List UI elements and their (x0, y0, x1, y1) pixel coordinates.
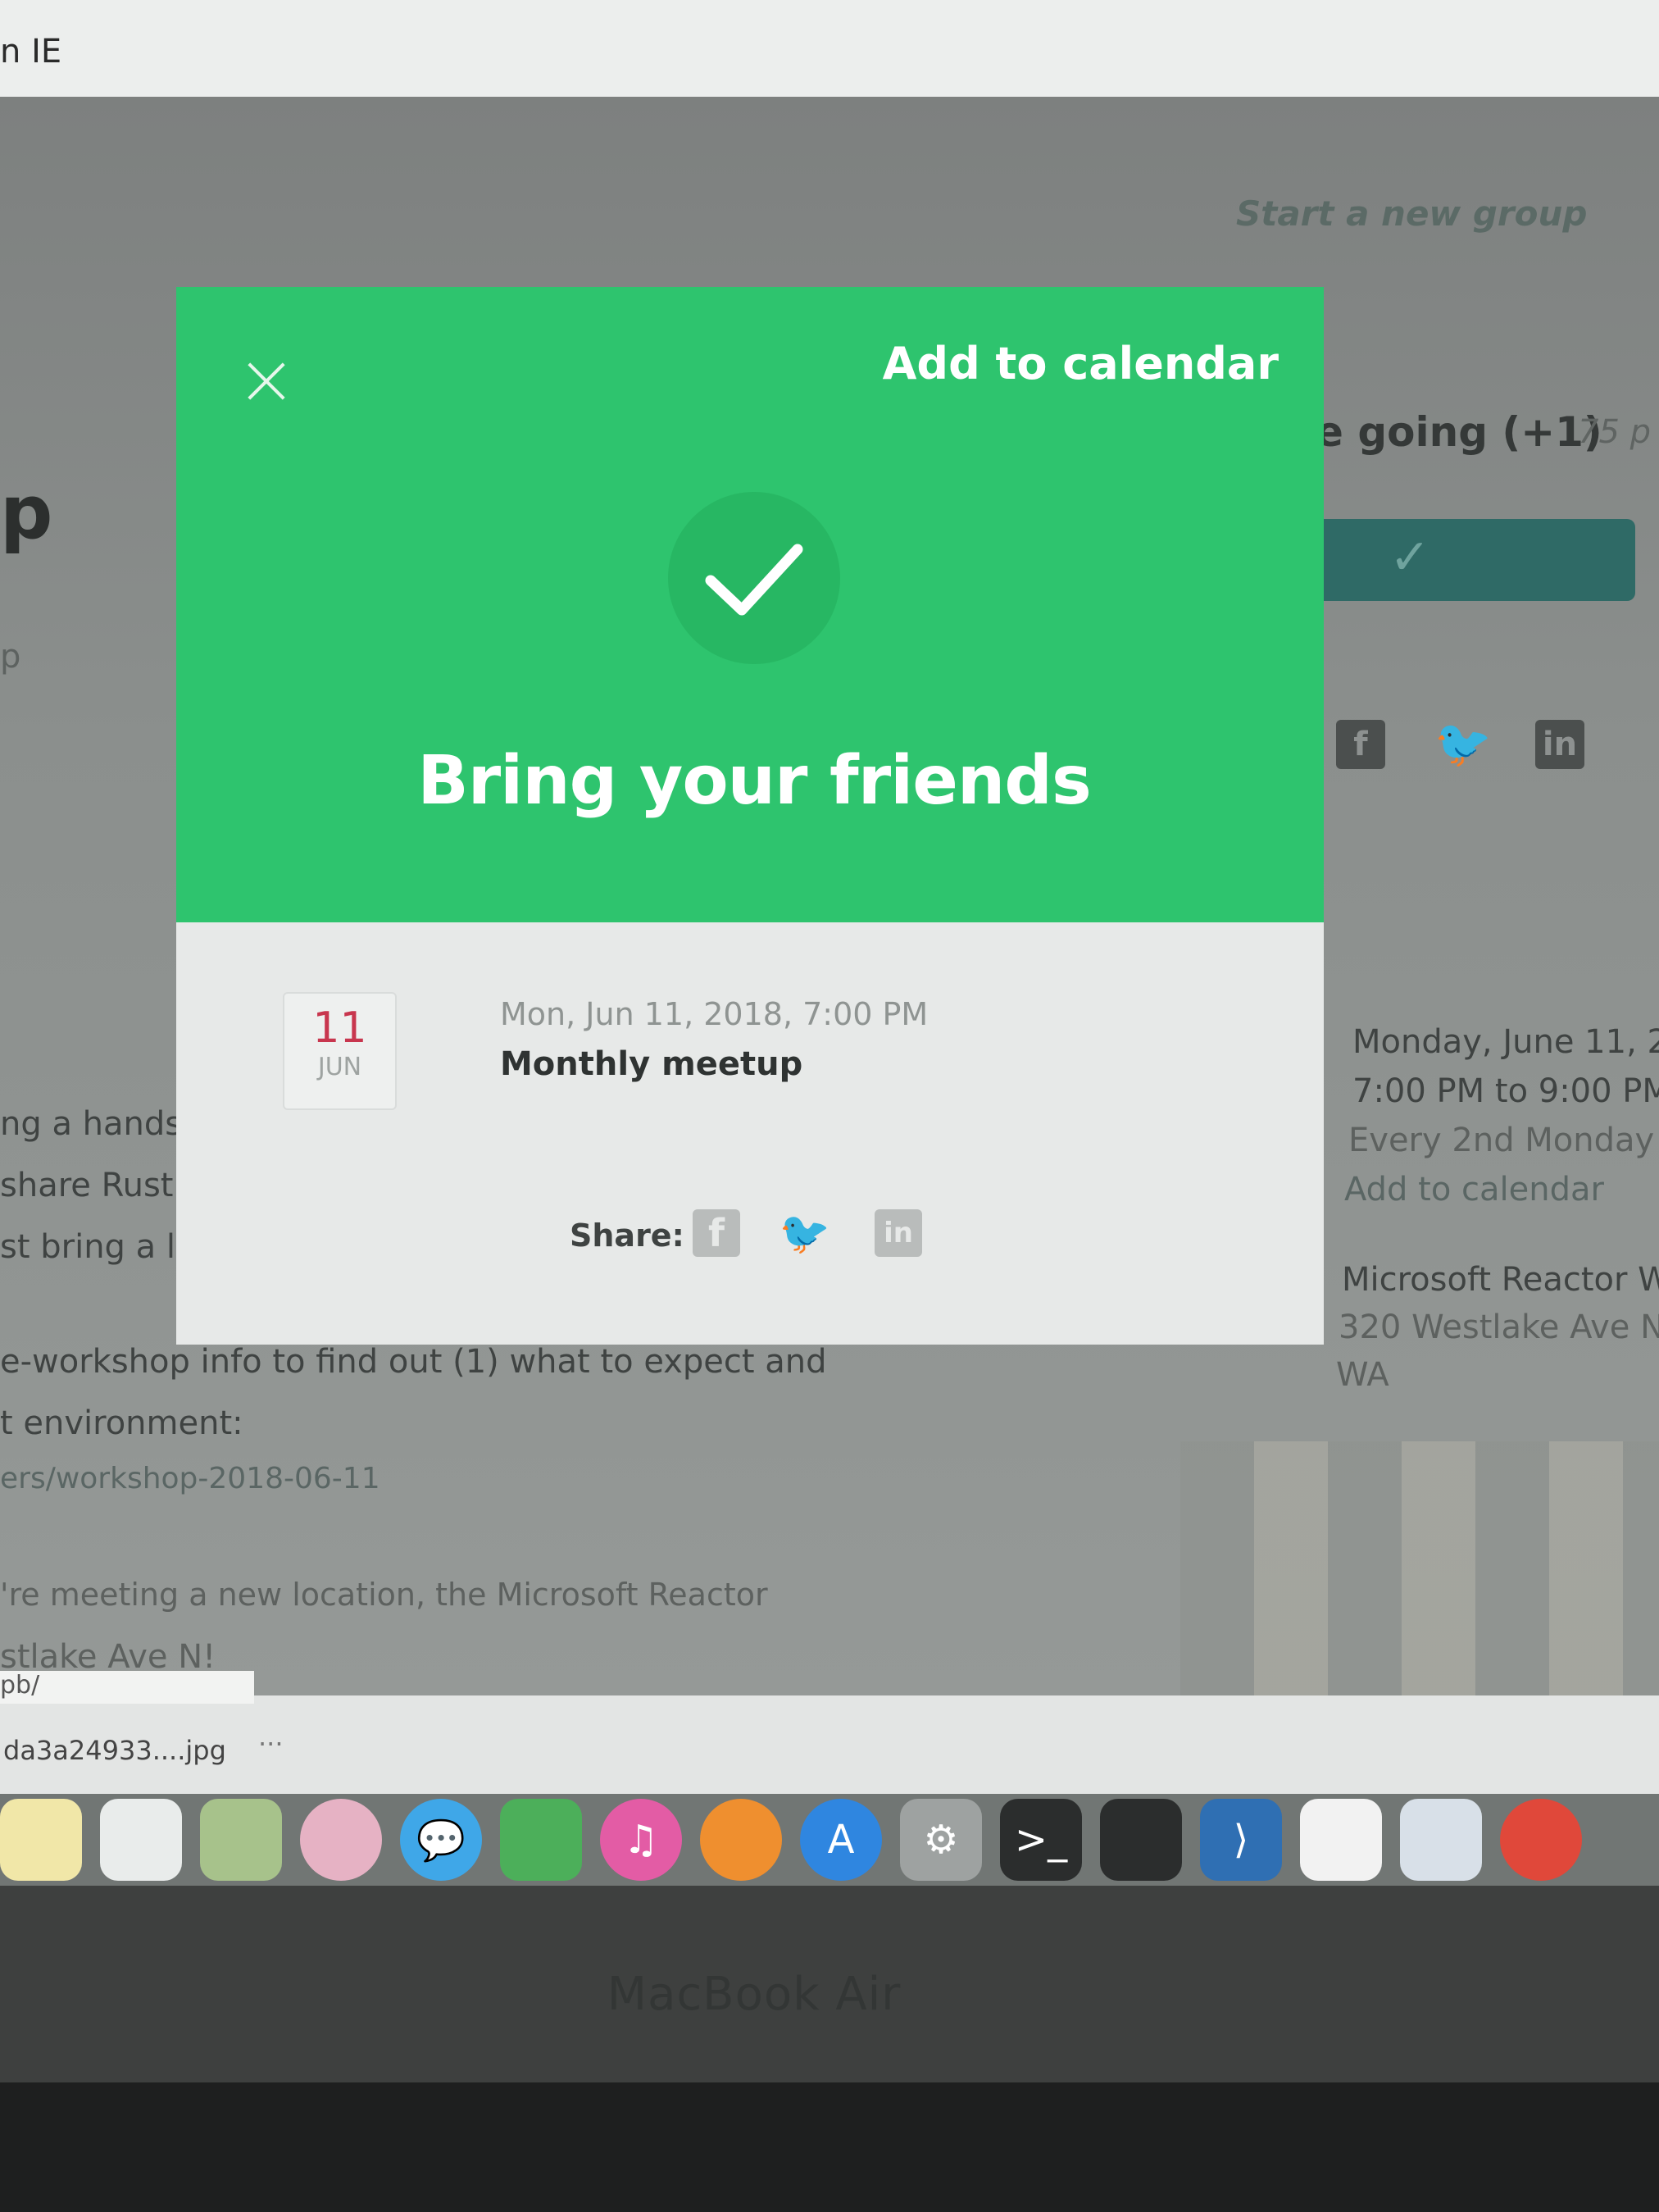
event-date: Monday, June 11, 2 (1352, 1023, 1659, 1061)
notes-icon[interactable] (0, 1799, 82, 1881)
event-name-link[interactable]: Monthly meetup (500, 1045, 802, 1083)
checkmark-icon: ✓ (1389, 529, 1431, 586)
preview-icon[interactable] (1400, 1799, 1482, 1881)
subtitle-fragment: p (0, 638, 21, 676)
event-recurrence: Every 2nd Monday (1348, 1122, 1655, 1159)
close-icon[interactable] (242, 357, 291, 406)
share-label: Share: (570, 1218, 684, 1254)
terminal-icon[interactable]: >_ (1000, 1799, 1082, 1881)
add-to-calendar-link[interactable]: Add to calendar (1344, 1171, 1604, 1208)
screen: n IE Start a new group e going (+1) 75 p… (0, 0, 1659, 1886)
modal-header: Add to calendar Bring your friends (176, 287, 1324, 922)
laptop-bezel (0, 2082, 1659, 2212)
browser-tab-title[interactable]: n IE (0, 33, 61, 71)
photos-icon[interactable] (300, 1799, 382, 1881)
date-month: JUN (317, 1053, 362, 1081)
maps-icon[interactable] (200, 1799, 282, 1881)
textedit-icon[interactable] (1300, 1799, 1382, 1881)
workshop-link[interactable]: ers/workshop-2018-06-11 (0, 1462, 380, 1495)
attendees-count: 75 p (1578, 413, 1652, 451)
description-line: t environment: (0, 1404, 243, 1442)
books-icon[interactable] (700, 1799, 782, 1881)
event-datetime: Mon, Jun 11, 2018, 7:00 PM (500, 996, 929, 1032)
messages-icon[interactable]: 💬 (400, 1799, 482, 1881)
activity-monitor-icon[interactable] (1100, 1799, 1182, 1881)
checkmark-icon (668, 492, 840, 664)
browser-toolbar: n IE (0, 0, 1659, 99)
venue-name[interactable]: Microsoft Reactor W (1342, 1261, 1659, 1299)
twitter-icon[interactable]: 🐦 (780, 1209, 830, 1257)
start-group-link[interactable]: Start a new group (1236, 193, 1587, 234)
rsvp-confirmation-modal: Add to calendar Bring your friends 11 JU… (176, 287, 1324, 1345)
download-file-name[interactable]: da3a24933....jpg (3, 1735, 226, 1766)
facebook-icon[interactable]: f (1336, 720, 1385, 769)
rsvp-going-button[interactable]: ✓ (1307, 519, 1635, 601)
attendees-going-heading: e going (+1) (1316, 408, 1602, 456)
twitter-icon[interactable]: 🐦 (1434, 720, 1492, 769)
app-store-icon[interactable]: A (800, 1799, 882, 1881)
page-title-fragment: p (0, 470, 53, 556)
linkedin-icon[interactable]: in (875, 1209, 922, 1257)
chrome-icon[interactable] (1500, 1799, 1582, 1881)
date-day: 11 (312, 1004, 367, 1053)
add-to-calendar-button[interactable]: Add to calendar (883, 338, 1279, 389)
event-time: 7:00 PM to 9:00 PM (1352, 1072, 1659, 1110)
downloads-bar: pb/ da3a24933....jpg ··· (0, 1671, 1659, 1794)
system-preferences-icon[interactable]: ⚙ (900, 1799, 982, 1881)
facetime-icon[interactable] (500, 1799, 582, 1881)
dock: 💬 ♫ A ⚙ >_ ⟩ (0, 1794, 1659, 1886)
previous-download[interactable]: pb/ (0, 1671, 254, 1704)
description-line: e-workshop info to find out (1) what to … (0, 1343, 827, 1381)
venue-state: WA (1336, 1356, 1389, 1394)
music-icon[interactable]: ♫ (600, 1799, 682, 1881)
vscode-icon[interactable]: ⟩ (1200, 1799, 1282, 1881)
reminders-icon[interactable] (100, 1799, 182, 1881)
modal-body: 11 JUN Mon, Jun 11, 2018, 7:00 PM Monthl… (176, 922, 1324, 1345)
event-date-badge: 11 JUN (283, 992, 397, 1110)
linkedin-icon[interactable]: in (1535, 720, 1584, 769)
facebook-icon[interactable]: f (693, 1209, 740, 1257)
modal-title: Bring your friends (417, 742, 1092, 820)
description-line: 're meeting a new location, the Microsof… (0, 1577, 768, 1613)
device-label: MacBook Air (607, 1968, 902, 2021)
download-menu-button[interactable]: ··· (258, 1728, 284, 1759)
venue-address: 320 Westlake Ave N (1339, 1309, 1659, 1346)
